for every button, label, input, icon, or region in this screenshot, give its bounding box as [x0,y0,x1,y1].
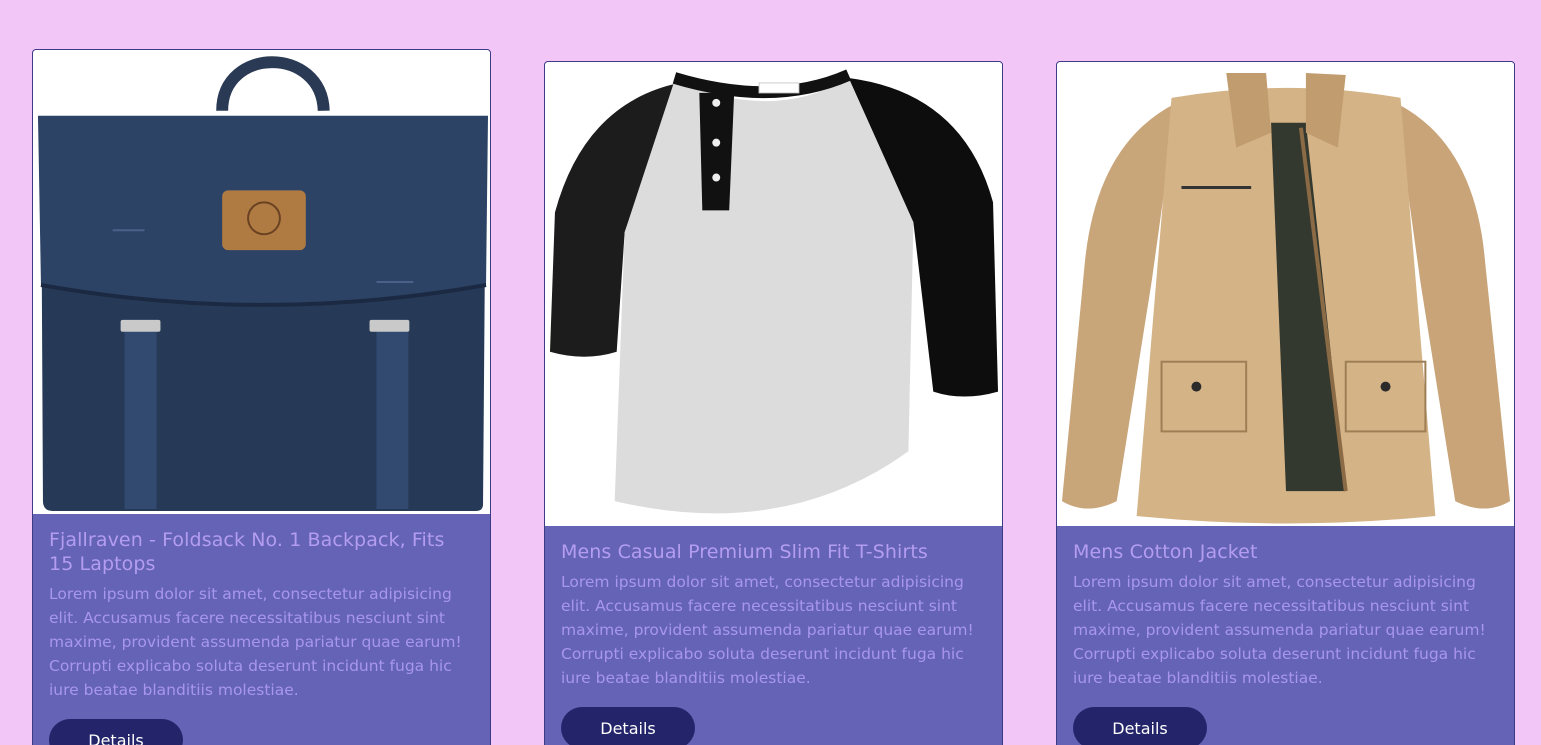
card-body: Fjallraven - Foldsack No. 1 Backpack, Fi… [33,514,490,745]
product-title: Mens Casual Premium Slim Fit T-Shirts [561,541,928,563]
backpack-illustration [37,56,489,511]
product-image-tshirt[interactable] [545,62,1002,526]
product-description: Lorem ipsum dolor sit amet, consectetur … [49,585,462,699]
tshirt-illustration [549,69,999,514]
product-card: Mens Cotton Jacket Lorem ipsum dolor sit… [1056,61,1515,745]
product-card: Fjallraven - Foldsack No. 1 Backpack, Fi… [32,49,491,745]
details-button[interactable]: Details [561,707,695,745]
product-description: Lorem ipsum dolor sit amet, consectetur … [1073,573,1486,687]
details-button[interactable]: Details [49,719,183,745]
product-title: Mens Cotton Jacket [1073,541,1258,563]
product-card: Mens Casual Premium Slim Fit T-Shirts Lo… [544,61,1003,745]
card-body: Mens Casual Premium Slim Fit T-Shirts Lo… [545,526,1002,745]
details-button[interactable]: Details [1073,707,1207,745]
product-image-backpack[interactable] [33,50,490,514]
jacket-illustration [1061,72,1511,524]
product-grid: Fjallraven - Foldsack No. 1 Backpack, Fi… [0,0,1541,745]
card-body: Mens Cotton Jacket Lorem ipsum dolor sit… [1057,526,1514,745]
product-title: Fjallraven - Foldsack No. 1 Backpack, Fi… [49,529,445,575]
product-description: Lorem ipsum dolor sit amet, consectetur … [561,573,974,687]
product-image-jacket[interactable] [1057,62,1514,526]
